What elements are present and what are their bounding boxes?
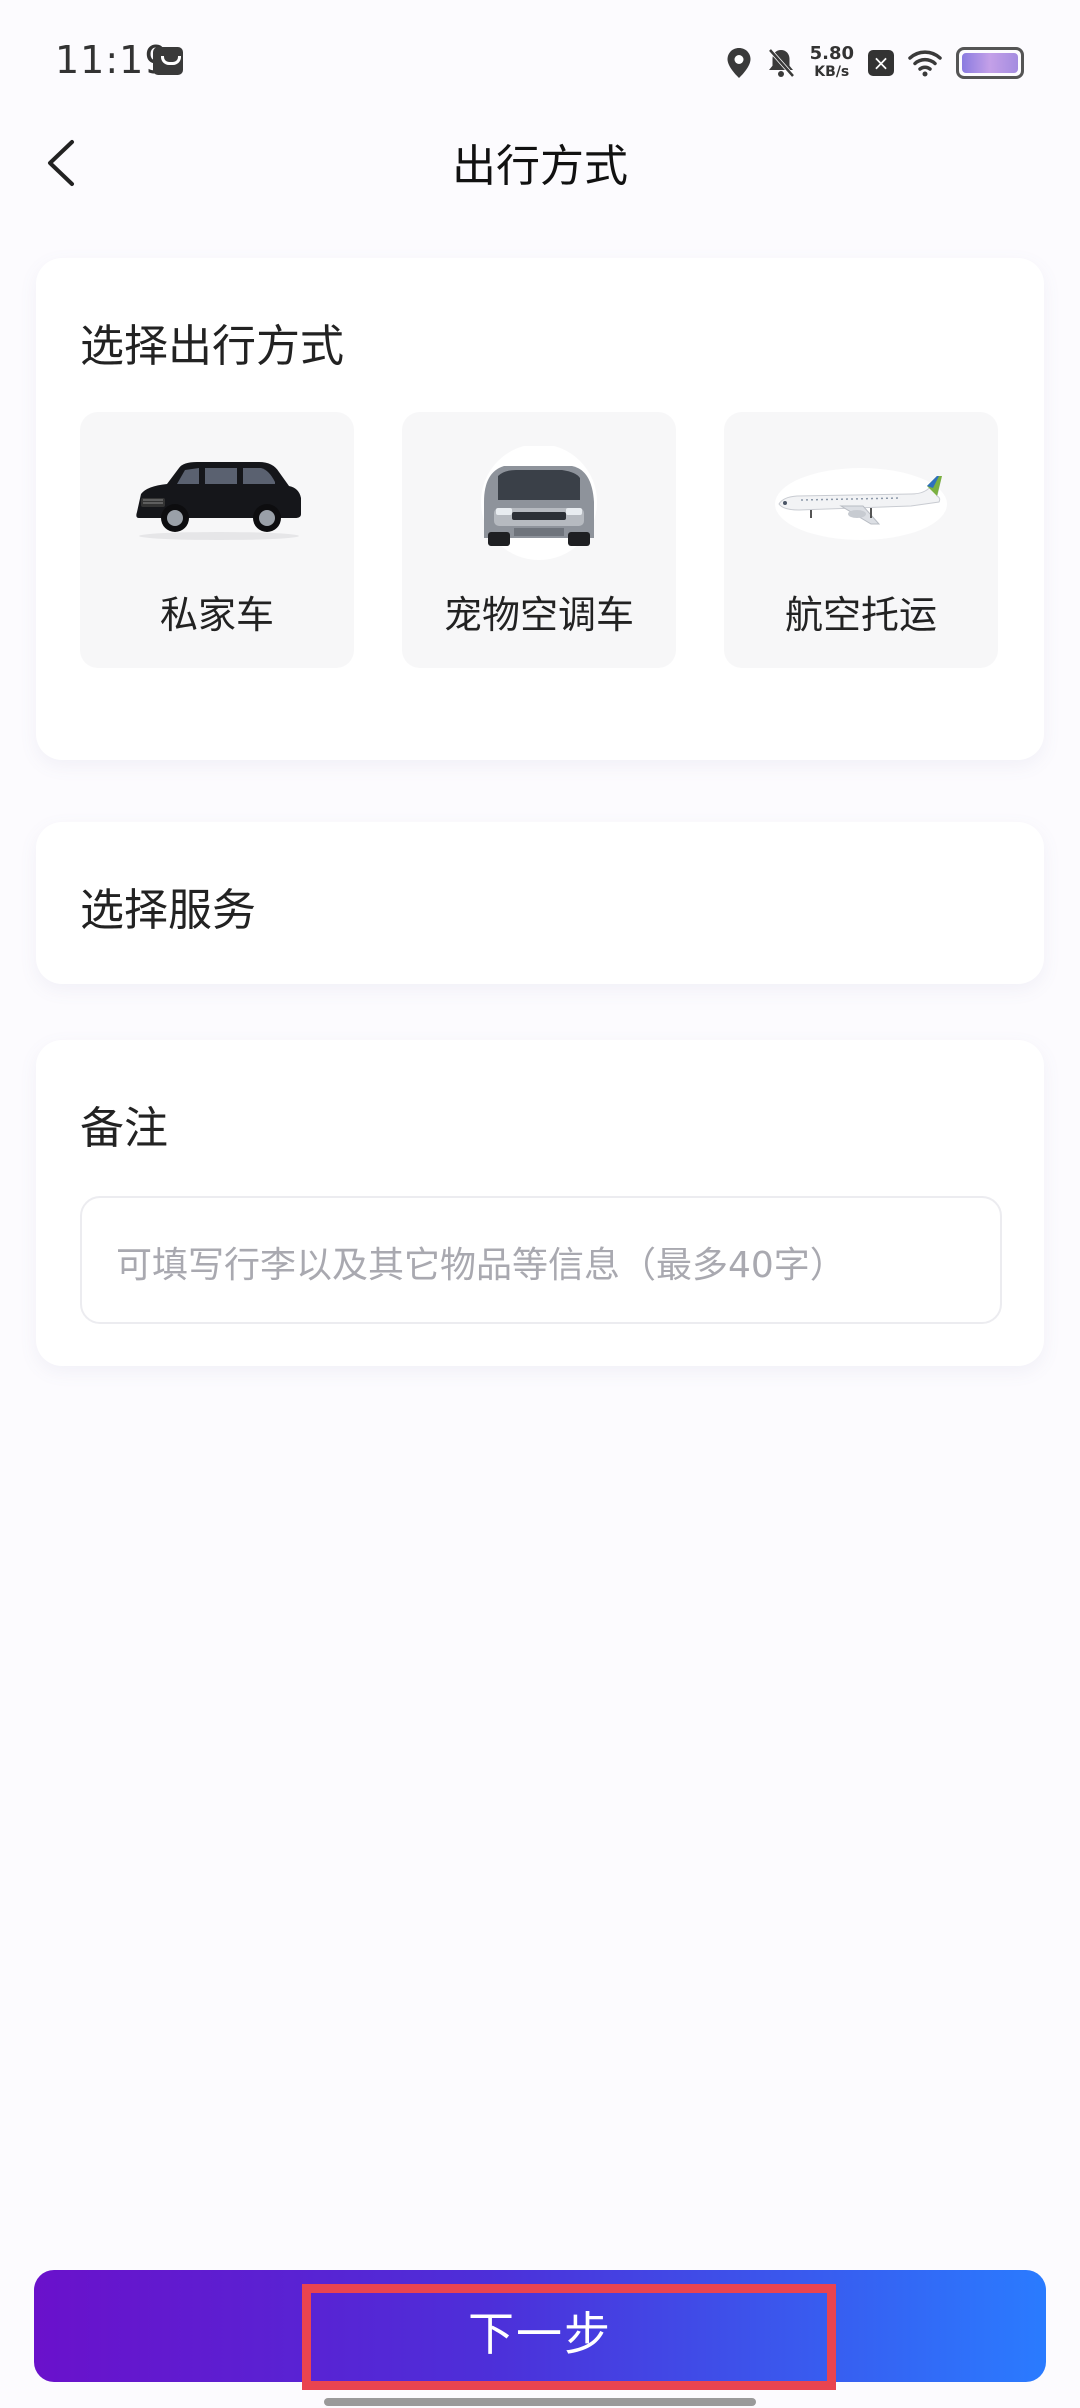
mute-bell-icon: [768, 48, 795, 78]
suv-image: [136, 462, 301, 540]
option-private-car[interactable]: 私家车: [80, 412, 354, 668]
location-icon: [727, 48, 751, 78]
notes-card: 备注 可填写行李以及其它物品等信息（最多40字）: [36, 1040, 1044, 1366]
transport-mode-card: 选择出行方式 私家车 宠物空调车 航空托运: [36, 258, 1044, 760]
network-speed-unit: KB/s: [814, 64, 850, 80]
option-label: 私家车: [159, 593, 274, 637]
notes-section-title: 备注: [80, 1103, 168, 1154]
highlight-box: [302, 2284, 836, 2390]
option-label: 航空托运: [784, 593, 937, 637]
close-box-icon: ×: [868, 50, 894, 76]
wifi-icon: [908, 50, 942, 77]
transport-section-title: 选择出行方式: [80, 321, 344, 372]
shopping-bag-icon: [153, 47, 183, 75]
van-image: [481, 446, 597, 560]
status-icons: 5.80 KB/s ×: [726, 40, 1024, 86]
network-speed: 5.80 KB/s: [810, 44, 854, 82]
notes-placeholder: 可填写行李以及其它物品等信息（最多40字）: [116, 1245, 846, 1286]
status-bar: 11:19 5.80 KB/s ×: [0, 0, 1080, 128]
network-speed-value: 5.80: [809, 43, 854, 64]
battery-icon: [956, 47, 1024, 79]
airplane-image: [775, 468, 947, 540]
service-card[interactable]: 选择服务: [36, 822, 1044, 984]
service-section-title: 选择服务: [80, 885, 256, 936]
home-indicator[interactable]: [324, 2398, 756, 2406]
option-label: 宠物空调车: [443, 593, 634, 637]
notes-input[interactable]: 可填写行李以及其它物品等信息（最多40字）: [80, 1196, 1002, 1324]
option-air-shipping[interactable]: 航空托运: [724, 412, 998, 668]
option-pet-ac-van[interactable]: 宠物空调车: [402, 412, 676, 668]
page-title: 出行方式: [452, 141, 628, 192]
